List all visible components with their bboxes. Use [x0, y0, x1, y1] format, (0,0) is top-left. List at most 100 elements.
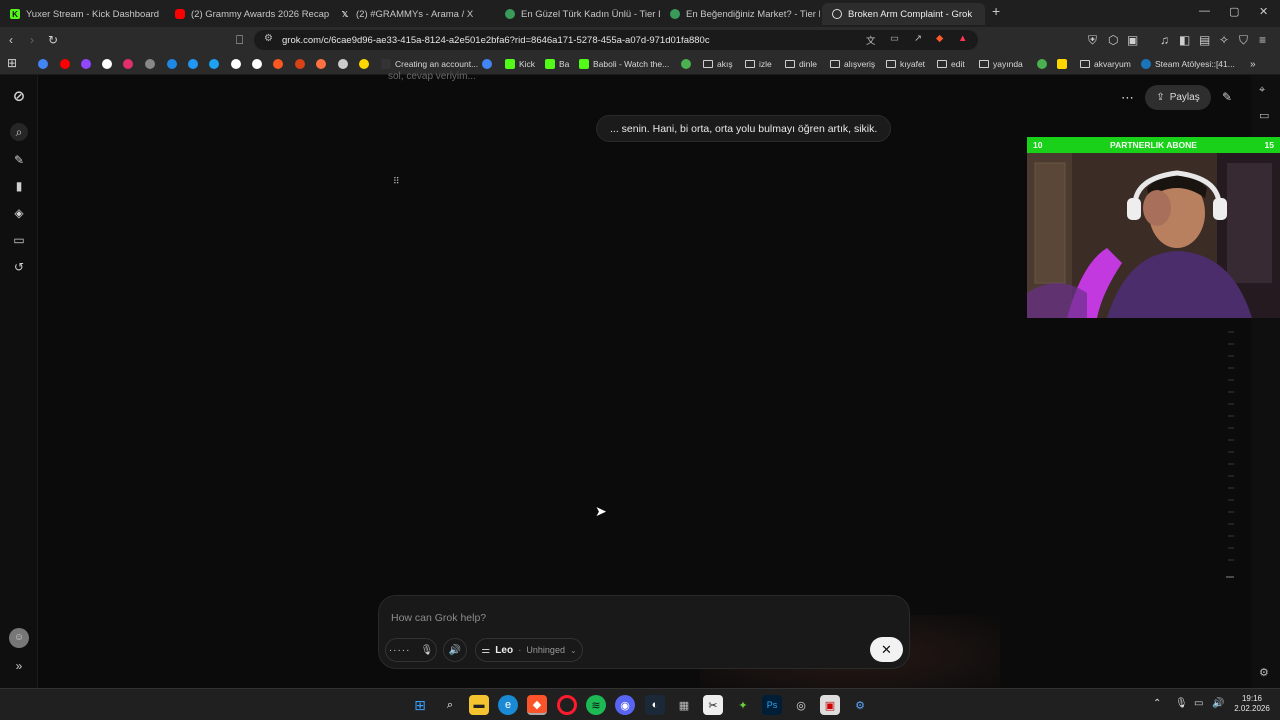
tab[interactable]: K Yuxer Stream - Kick Dashboard	[0, 3, 165, 25]
folder-edit[interactable]: edit	[937, 57, 965, 71]
spotify-icon[interactable]: ≋	[586, 695, 606, 715]
opera-icon[interactable]	[557, 695, 577, 715]
menu-icon[interactable]: ≡	[1259, 33, 1266, 47]
bookmark-baboli[interactable]: Baboli - Watch the...	[579, 57, 669, 71]
bookmark-favicon[interactable]	[145, 57, 155, 71]
new-chat-icon[interactable]: ✎	[11, 153, 27, 167]
capcut-icon[interactable]: ✂	[703, 695, 723, 715]
obs-icon[interactable]: ◎	[791, 695, 811, 715]
bookmark-green[interactable]	[681, 57, 691, 71]
new-tab-icon[interactable]: +	[992, 3, 1000, 19]
model-selector[interactable]: ⚌ Leo · Unhinged ⌄	[475, 638, 583, 662]
sidebar-icon[interactable]: ◧	[1179, 33, 1190, 47]
voice-icon[interactable]: ▮	[11, 179, 27, 193]
folder-akis[interactable]: akış	[703, 57, 733, 71]
leo-icon[interactable]: ✧	[1219, 33, 1229, 47]
more-options-icon[interactable]: ⋯	[1121, 90, 1134, 106]
bookmark-steam[interactable]: Steam Atölyesi::[41...	[1141, 57, 1235, 71]
translate-icon[interactable]: 文	[866, 33, 876, 47]
cast-icon[interactable]: ▭	[890, 33, 899, 44]
bookmark-kick[interactable]: Kick	[505, 57, 535, 71]
avatar[interactable]: ☺	[9, 628, 29, 648]
calculator-icon[interactable]: ▦	[674, 695, 694, 715]
tab-active[interactable]: Broken Arm Complaint - Grok ✕	[822, 3, 985, 25]
projects-icon[interactable]: ▭	[11, 233, 27, 247]
photoshop-icon[interactable]: Ps	[762, 695, 782, 715]
folder-alisveris[interactable]: alışveriş	[830, 57, 875, 71]
bookmark-favicon[interactable]	[60, 57, 70, 71]
system-clock[interactable]: 19:16 2.02.2026	[1229, 694, 1275, 714]
volume-icon[interactable]: 🔊	[1212, 698, 1224, 709]
close-tab-icon[interactable]: ✕	[984, 8, 985, 21]
media-icon[interactable]: ♫	[1160, 33, 1169, 47]
bookmark-favicon[interactable]	[252, 57, 262, 71]
bookmark-favicon[interactable]	[359, 57, 369, 71]
history-icon[interactable]: ↺	[11, 260, 27, 274]
bookmark-favicon[interactable]	[81, 57, 91, 71]
settings-icon[interactable]: ⚙	[1259, 666, 1269, 679]
edit-icon[interactable]: ✎	[1222, 90, 1232, 104]
network-icon[interactable]: ▭	[1194, 698, 1203, 709]
bookmark-favicon[interactable]	[338, 57, 348, 71]
speaker-button[interactable]: 🔊	[443, 638, 467, 662]
steam-taskbar-icon[interactable]: ◐	[645, 695, 665, 715]
bookmark-favicon[interactable]	[167, 57, 177, 71]
address-bar[interactable]: ⚙ grok.com/c/6cae9d96-ae33-415a-8124-a2e…	[254, 30, 978, 50]
bookmark-icon[interactable]: ⎕	[236, 33, 243, 47]
bookmark-favicon[interactable]	[273, 57, 283, 71]
back-icon[interactable]: ‹	[9, 33, 13, 47]
bookmark-favicon[interactable]	[209, 57, 219, 71]
bookmark-favicon[interactable]	[188, 57, 198, 71]
imagine-icon[interactable]: ◈	[11, 206, 27, 220]
tab[interactable]: En Güzel Türk Kadın Ünlü - Tier List |	[495, 3, 660, 25]
search-taskbar-icon[interactable]: ⌕	[440, 695, 460, 715]
bookmark-favicon[interactable]	[295, 57, 305, 71]
folder-izle[interactable]: izle	[745, 57, 772, 71]
nvidia-icon[interactable]: ✦	[733, 695, 753, 715]
tray-expand-icon[interactable]: ⌃	[1153, 698, 1161, 709]
apps-icon[interactable]: ⊞	[7, 56, 17, 70]
bookmark-favicon[interactable]	[482, 57, 492, 71]
bookmark-favicon[interactable]	[38, 57, 48, 71]
shield-icon[interactable]: ⛨	[1088, 33, 1097, 47]
share-page-icon[interactable]: ↗	[914, 33, 922, 44]
microphone-tray-icon[interactable]: 🎙	[1175, 698, 1188, 709]
tab[interactable]: En Beğendiğiniz Market? - Tier List |	[660, 3, 820, 25]
bookmark-favicon[interactable]	[231, 57, 241, 71]
folder-dinle[interactable]: dinle	[785, 57, 817, 71]
wallet-icon[interactable]: ▤	[1199, 33, 1210, 47]
share-button[interactable]: ⇪ Paylaş	[1145, 85, 1211, 110]
vpn-icon[interactable]: ⛉	[1239, 33, 1248, 47]
brave-icon[interactable]: ◆	[527, 695, 547, 715]
discord-icon[interactable]: ◉	[615, 695, 635, 715]
reload-icon[interactable]: ↻	[48, 33, 58, 47]
brave-rewards-icon[interactable]: ▲	[958, 33, 967, 44]
window-close-icon[interactable]: ✕	[1259, 5, 1268, 18]
edge-icon[interactable]: e	[498, 695, 518, 715]
extensions-icon[interactable]: ⬡	[1108, 33, 1118, 47]
search-icon[interactable]: ⌕	[10, 123, 28, 141]
close-voice-button[interactable]: ✕	[870, 637, 903, 662]
file-explorer-icon[interactable]: ▬	[469, 695, 489, 715]
leo-ai-icon[interactable]: ⌖	[1259, 84, 1265, 97]
maximize-icon[interactable]: ▢	[1229, 5, 1239, 18]
bookmark-favicon[interactable]	[102, 57, 112, 71]
bookmark-yellow[interactable]	[1057, 57, 1067, 71]
more-bookmarks-icon[interactable]: »	[1250, 57, 1256, 71]
minimize-icon[interactable]: —	[1199, 5, 1210, 17]
brave-shields-icon[interactable]: ◆	[936, 33, 943, 44]
bookmark-ba[interactable]: Ba	[545, 57, 569, 71]
voice-controls[interactable]: ····· 🎙	[385, 638, 437, 662]
bookmark-green-2[interactable]	[1037, 57, 1047, 71]
tab[interactable]: 𝕏 (2) #GRAMMYs - Arama / X	[330, 3, 495, 25]
site-info-icon[interactable]: ⚙	[264, 33, 273, 44]
tab[interactable]: (2) Grammy Awards 2026 Recap: Win	[165, 3, 330, 25]
recorder-icon[interactable]: ▣	[820, 695, 840, 715]
folder-kiyafet[interactable]: kıyafet	[886, 57, 925, 71]
start-icon[interactable]: ⊞	[410, 695, 430, 715]
forward-icon[interactable]: ›	[30, 33, 34, 47]
bookmark-favicon[interactable]	[316, 57, 326, 71]
prompt-input[interactable]	[391, 610, 831, 626]
bookmark-favicon[interactable]	[123, 57, 133, 71]
reading-list-icon[interactable]: ▭	[1259, 109, 1269, 122]
